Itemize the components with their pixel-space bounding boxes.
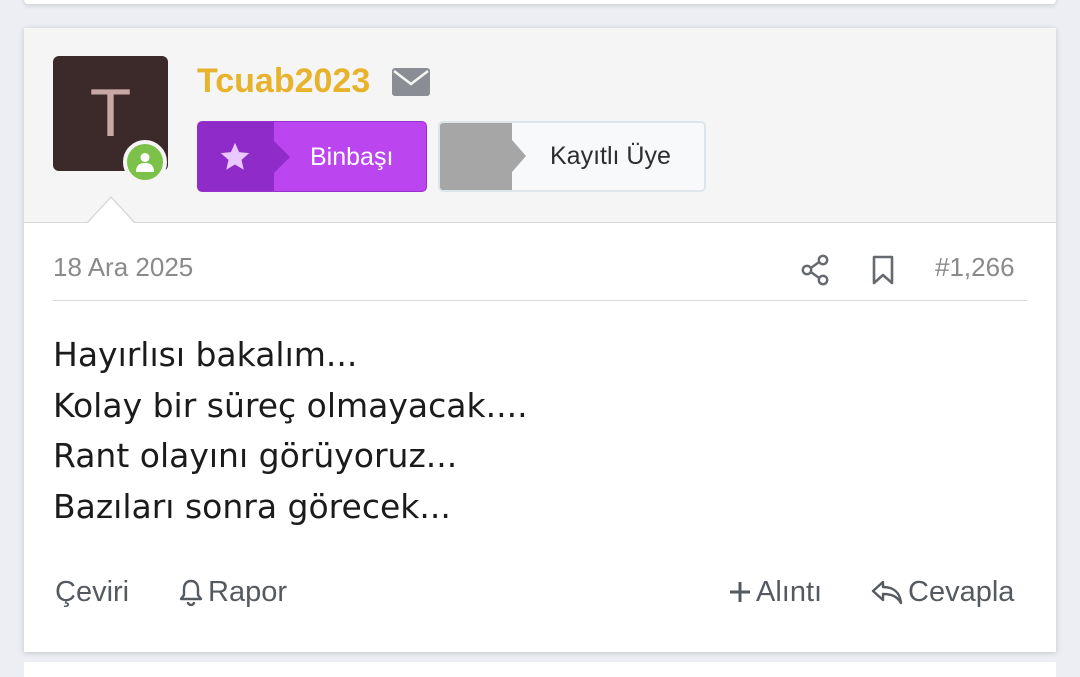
post-line: Kolay bir süreç olmayacak.... [53,385,528,425]
post-line: Rant olayını görüyoruz... [53,436,458,475]
report-button[interactable]: Rapor [178,572,287,612]
post-line: Hayırlısı bakalım... [53,335,358,374]
bookmark-icon[interactable] [871,255,895,285]
share-icon[interactable] [800,254,830,286]
post-user-header: T Tcuab2023 Binbaşı Kayıtlı Üye [24,28,1056,224]
previous-post-card [24,0,1056,4]
post-line: Bazıları sonra görecek... [53,486,451,526]
plus-icon [730,582,750,602]
rank-banner-binbasi: Binbaşı [197,121,427,192]
translate-button[interactable]: Çeviri [55,572,129,612]
reply-button[interactable]: Cevapla [870,572,1014,612]
rank-label: Kayıtlı Üye [550,142,671,170]
forum-post: T Tcuab2023 Binbaşı Kayıtlı Üye 18 Ara 2… [24,28,1056,652]
quote-button[interactable]: Alıntı [728,572,822,612]
rank-label: Binbaşı [310,143,394,171]
post-date[interactable]: 18 Ara 2025 [53,252,193,283]
online-status-icon [123,140,167,184]
envelope-icon[interactable] [392,68,430,96]
next-post-card [24,662,1056,677]
post-body: Hayırlısı bakalım... Kolay bir süreç olm… [53,330,1003,532]
rank-banner-kayitli-uye: Kayıtlı Üye [438,121,706,192]
divider [53,300,1027,301]
quote-label: Alıntı [756,576,823,608]
bell-icon [179,579,203,606]
reply-icon [871,580,903,605]
translate-label: Çeviri [55,576,130,608]
star-icon [220,142,250,170]
reply-label: Cevapla [908,576,1015,608]
username-link[interactable]: Tcuab2023 [197,58,370,104]
post-number[interactable]: #1,266 [935,252,1015,283]
report-label: Rapor [208,576,287,608]
